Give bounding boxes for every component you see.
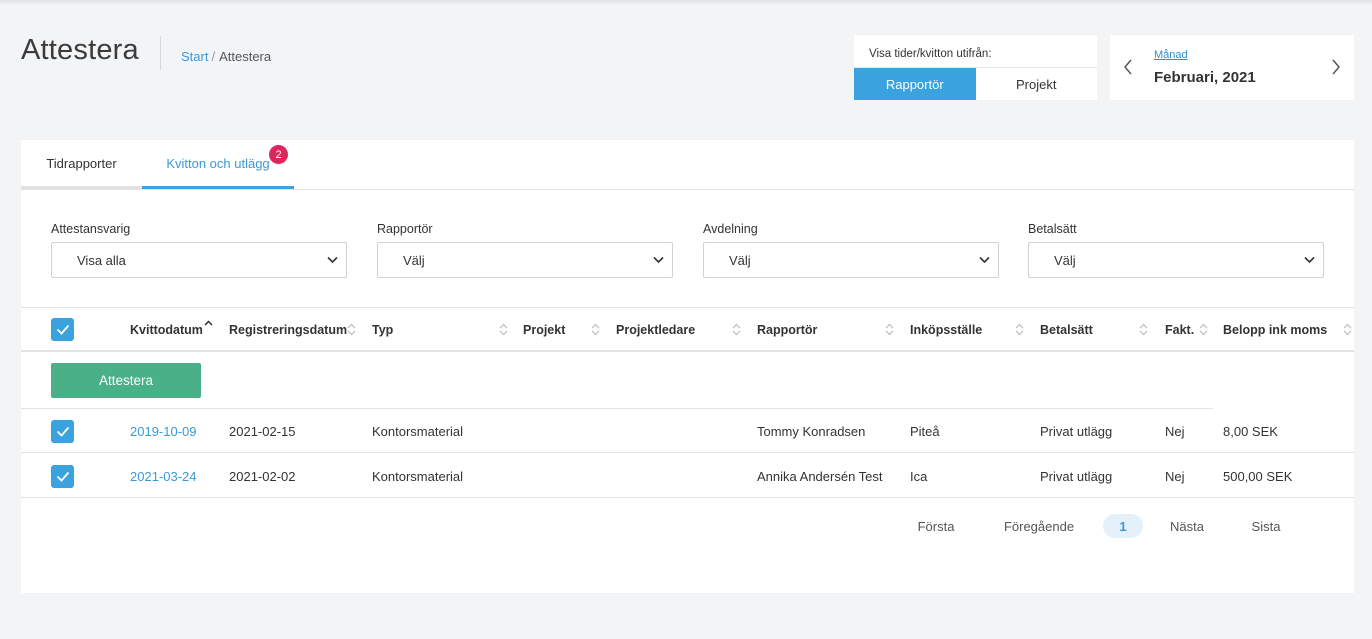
sort-icon[interactable] [499,323,508,336]
select-all-checkbox[interactable] [51,318,74,341]
filter-label: Avdelning [703,222,758,236]
inkopsstalle-cell: Piteå [910,423,940,439]
column-header-projekt[interactable]: Projekt [523,308,565,351]
filter-betalsatt: Betalsätt Välj [1028,222,1324,278]
title-divider [160,36,161,70]
checkmark-icon [56,426,69,437]
chevron-right-icon[interactable] [1326,57,1346,77]
table-row: 2021-03-24 2021-02-02 Kontorsmaterial An… [21,454,1354,498]
pagination-last[interactable]: Sista [1243,514,1289,538]
avdelning-select[interactable]: Välj [703,242,999,278]
sort-icon[interactable] [1199,323,1208,336]
checkmark-icon [56,471,69,482]
table-header: Kvittodatum Registreringsdatum Typ Proje… [21,307,1354,352]
select-value: Välj [403,253,425,268]
registreringsdatum-cell: 2021-02-15 [229,423,296,439]
toggle-rapportor-button[interactable]: Rapportör [854,68,976,100]
fakt-cell: Nej [1165,423,1185,439]
filter-avdelning: Avdelning Välj [703,222,999,278]
period-value: Februari, 2021 [1154,69,1256,86]
breadcrumb-separator: / [211,49,216,64]
rapportor-select[interactable]: Välj [377,242,673,278]
chevron-down-icon [979,256,990,264]
pagination-first[interactable]: Första [909,514,963,538]
select-value: Välj [729,253,751,268]
pagination-current-page[interactable]: 1 [1103,514,1143,538]
sort-icon[interactable] [1343,323,1352,336]
filter-label: Rapportör [377,222,433,236]
period-mode-link[interactable]: Månad [1154,49,1188,61]
typ-cell: Kontorsmaterial [372,468,464,484]
sort-ascending-icon[interactable] [204,320,213,333]
column-header-registreringsdatum[interactable]: Registreringsdatum [229,308,347,351]
page-title: Attestera [21,34,139,66]
pagination-prev[interactable]: Föregående [994,514,1084,538]
fakt-cell: Nej [1165,468,1185,484]
kvittodatum-link[interactable]: 2019-10-09 [130,409,197,453]
view-toggle-label: Visa tider/kvitton utifrån: [869,48,992,60]
rapportor-cell: Tommy Konradsen [757,423,866,439]
row-checkbox[interactable] [51,420,74,443]
sort-icon[interactable] [1139,323,1148,336]
attestansvarig-select[interactable]: Visa alla [51,242,347,278]
tab-tidrapporter[interactable]: Tidrapporter [21,140,142,189]
column-header-inkopsstalle[interactable]: Inköpsställe [910,308,982,351]
column-header-kvittodatum[interactable]: Kvittodatum [130,308,203,351]
chevron-down-icon [1304,256,1315,264]
filter-rapportor: Rapportör Välj [377,222,673,278]
chevron-down-icon [327,256,338,264]
chevron-left-icon[interactable] [1118,57,1138,77]
column-header-fakt[interactable]: Fakt. [1165,308,1194,351]
view-toggle-options: Rapportör Projekt [854,67,1097,100]
sort-icon[interactable] [591,323,600,336]
filter-label: Attestansvarig [51,222,131,236]
column-header-betalsatt[interactable]: Betalsätt [1040,308,1093,351]
rapportor-cell: Annika Andersén Test [757,468,883,484]
betalsatt-cell: Privat utlägg [1040,423,1113,439]
sort-icon[interactable] [885,323,894,336]
attestera-button[interactable]: Attestera [51,363,201,398]
period-selector: Månad Februari, 2021 [1110,35,1354,100]
sort-icon[interactable] [347,323,356,336]
column-header-rapportor[interactable]: Rapportör [757,308,817,351]
filter-label: Betalsätt [1028,222,1077,236]
betalsatt-select[interactable]: Välj [1028,242,1324,278]
table-row: 2019-10-09 2021-02-15 Kontorsmaterial To… [21,409,1354,453]
sort-icon[interactable] [732,323,741,336]
attest-card: Tidrapporter Kvitton och utlägg 2 Attest… [21,140,1354,593]
belopp-cell: 500,00 SEK [1223,468,1293,484]
tab-kvitton-label: Kvitton och utlägg [166,155,270,171]
typ-cell: Kontorsmaterial [372,423,464,439]
breadcrumb-home-link[interactable]: Start [181,49,208,64]
registreringsdatum-cell: 2021-02-02 [229,468,296,484]
view-toggle: Visa tider/kvitton utifrån: Rapportör Pr… [854,35,1097,100]
column-header-belopp[interactable]: Belopp ink moms [1223,308,1327,351]
select-value: Visa alla [77,253,126,268]
breadcrumb: Start / Attestera [181,49,271,64]
row-checkbox[interactable] [51,465,74,488]
column-header-projektledare[interactable]: Projektledare [616,308,695,351]
pagination-next[interactable]: Nästa [1163,514,1211,538]
kvittodatum-link[interactable]: 2021-03-24 [130,454,197,498]
toggle-projekt-button[interactable]: Projekt [975,68,1097,100]
top-shadow [0,0,1372,6]
pagination: Första Föregående 1 Nästa Sista [21,511,1354,541]
breadcrumb-current: Attestera [219,49,272,64]
sort-icon[interactable] [1015,323,1024,336]
select-value: Välj [1054,253,1076,268]
checkmark-icon [56,324,69,335]
attest-action-row: Attestera [21,352,1354,409]
betalsatt-cell: Privat utlägg [1040,468,1113,484]
filter-attestansvarig: Attestansvarig Visa alla [51,222,347,278]
belopp-cell: 8,00 SEK [1223,423,1278,439]
column-header-typ[interactable]: Typ [372,308,393,351]
tab-bar: Tidrapporter Kvitton och utlägg 2 [21,140,1354,190]
tab-count-badge: 2 [269,145,288,164]
chevron-down-icon [653,256,664,264]
inkopsstalle-cell: Ica [910,468,928,484]
tab-tidrapporter-label: Tidrapporter [46,155,117,171]
